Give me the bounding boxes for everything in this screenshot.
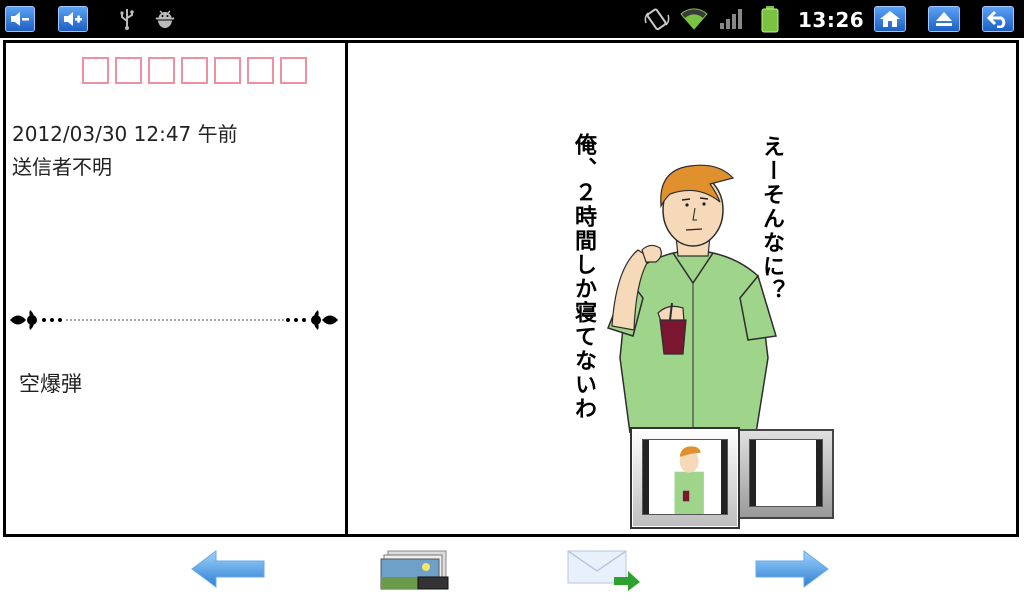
next-arrow-icon[interactable] <box>752 544 832 594</box>
postal-code-box <box>115 57 142 84</box>
volume-down-icon[interactable] <box>5 6 35 32</box>
mail-date: 2012/03/30 12:47 午前 <box>12 122 238 146</box>
postal-code-box <box>181 57 208 84</box>
thumbnail-2[interactable] <box>738 429 834 519</box>
usb-icon <box>118 8 136 34</box>
mail-viewer: 2012/03/30 12:47 午前 送信者不明 空爆弾 俺、２時間しか寝てな… <box>3 40 1019 537</box>
signal-icon <box>719 8 745 34</box>
mail-subject: 空爆弾 <box>19 372 82 396</box>
volume-up-icon[interactable] <box>58 6 88 32</box>
home-icon[interactable] <box>874 6 906 32</box>
bottom-navigation <box>0 538 1024 600</box>
postal-code-box <box>214 57 241 84</box>
status-bar: 13:26 <box>0 0 1024 38</box>
postal-code-box <box>247 57 274 84</box>
thumbnail-image <box>674 446 704 514</box>
send-mail-icon[interactable] <box>564 544 644 594</box>
clock: 13:26 <box>798 8 865 32</box>
postal-code-box <box>82 57 109 84</box>
mail-header-panel: 2012/03/30 12:47 午前 送信者不明 空爆弾 <box>6 43 345 534</box>
wifi-icon <box>679 7 709 35</box>
postal-code-boxes <box>82 57 307 84</box>
attachment-panel: 俺、２時間しか寝てないわ えーそんなに？ <box>348 43 1016 534</box>
ornament-divider <box>10 310 338 330</box>
postal-code-box <box>280 57 307 84</box>
speech-text-left: 俺、２時間しか寝てないわ <box>571 133 597 421</box>
android-debug-icon <box>154 8 176 34</box>
battery-icon <box>760 5 780 37</box>
menu-icon[interactable] <box>928 6 960 32</box>
mail-sender: 送信者不明 <box>12 155 112 179</box>
previous-arrow-icon[interactable] <box>188 544 268 594</box>
gallery-icon[interactable] <box>376 544 456 594</box>
back-icon[interactable] <box>982 6 1014 32</box>
manga-character-image[interactable] <box>598 158 788 433</box>
thumbnail-1-selected[interactable] <box>630 427 740 529</box>
rotation-lock-icon <box>644 7 670 35</box>
postal-code-box <box>148 57 175 84</box>
